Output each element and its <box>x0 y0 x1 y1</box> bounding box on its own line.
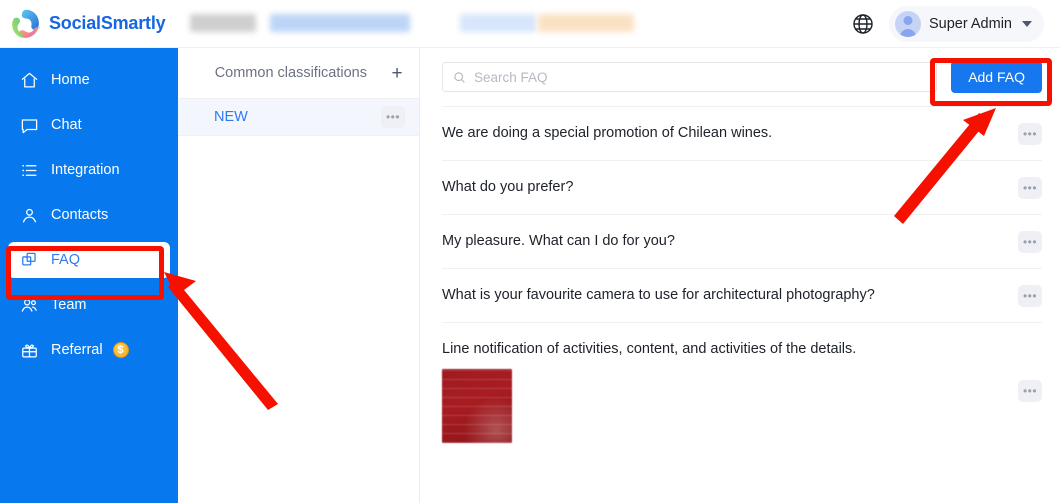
sidebar-item-label: Contacts <box>51 207 109 223</box>
team-icon <box>20 296 39 315</box>
faq-question: Line notification of activities, content… <box>442 341 857 357</box>
faq-list: We are doing a special promotion of Chil… <box>420 106 1060 458</box>
search-icon <box>454 71 465 83</box>
plus-icon[interactable]: + <box>389 64 405 83</box>
chevron-down-icon <box>1022 20 1032 27</box>
faq-row-actions: ••• <box>1018 380 1042 402</box>
more-options-icon[interactable]: ••• <box>1018 123 1042 145</box>
user-name: Super Admin <box>928 15 1012 32</box>
home-icon <box>20 71 39 90</box>
more-options-icon[interactable]: ••• <box>381 106 405 128</box>
faq-question: We are doing a special promotion of Chil… <box>442 125 773 141</box>
faq-toolbar: Search FAQ Add FAQ <box>420 48 1060 106</box>
brand[interactable]: SocialSmartly <box>0 7 178 41</box>
more-options-icon[interactable]: ••• <box>1018 177 1042 199</box>
sidebar-item-team[interactable]: Team <box>8 287 170 323</box>
faq-content: What is your favourite camera to use for… <box>442 285 1006 305</box>
faq-row[interactable]: What is your favourite camera to use for… <box>442 268 1042 322</box>
classification-item[interactable]: NEW ••• <box>178 98 419 136</box>
classification-item-label: NEW <box>214 109 248 125</box>
faq-content: My pleasure. What can I do for you? <box>442 231 1006 251</box>
app-root: SocialSmartly Super Admin Home Chat Integr… <box>0 0 1060 503</box>
classification-header: Common classifications + <box>178 48 419 98</box>
sidebar-item-label: Team <box>51 297 87 313</box>
sidebar-item-chat[interactable]: Chat <box>8 107 170 143</box>
chat-icon <box>20 116 39 135</box>
sidebar-item-label: Chat <box>51 117 82 133</box>
coin-badge-icon: $ <box>112 342 129 358</box>
faq-question: What is your favourite camera to use for… <box>442 287 875 303</box>
faq-thumbnail-image <box>442 369 512 443</box>
faq-main-panel: Search FAQ Add FAQ We are doing a specia… <box>420 48 1060 503</box>
redacted-header-tabs <box>178 0 851 48</box>
redacted-tab <box>190 13 256 32</box>
faq-question: My pleasure. What can I do for you? <box>442 233 675 249</box>
sidebar-item-label: Home <box>51 72 90 88</box>
list-icon <box>20 161 39 180</box>
faq-row-actions: ••• <box>1018 231 1042 253</box>
top-header: SocialSmartly Super Admin <box>0 0 1060 48</box>
classification-panel: Common classifications + NEW ••• <box>178 48 420 503</box>
sidebar: Home Chat Integration Contacts FAQ Team Referr… <box>0 48 178 503</box>
faq-row[interactable]: We are doing a special promotion of Chil… <box>442 106 1042 160</box>
redacted-tab <box>270 13 410 32</box>
search-input[interactable]: Search FAQ <box>442 62 938 92</box>
globe-icon[interactable] <box>851 12 875 36</box>
faq-content: We are doing a special promotion of Chil… <box>442 123 1006 143</box>
faq-question: What do you prefer? <box>442 179 574 195</box>
faq-row[interactable]: My pleasure. What can I do for you? ••• <box>442 214 1042 268</box>
faq-content: Line notification of activities, content… <box>442 339 1006 443</box>
faq-content: What do you prefer? <box>442 177 1006 197</box>
swirl-logo <box>9 7 43 41</box>
more-options-icon[interactable]: ••• <box>1018 285 1042 307</box>
classification-title: Common classifications <box>214 65 367 81</box>
sidebar-item-label: Referral <box>51 342 103 358</box>
faq-row-actions: ••• <box>1018 177 1042 199</box>
more-options-icon[interactable]: ••• <box>1018 380 1042 402</box>
sidebar-item-contacts[interactable]: Contacts <box>8 197 170 233</box>
sidebar-item-integration[interactable]: Integration <box>8 152 170 188</box>
redacted-tab <box>538 13 634 32</box>
faq-row-actions: ••• <box>1018 285 1042 307</box>
header-actions: Super Admin <box>851 0 1060 48</box>
sidebar-item-referral[interactable]: Referral $ <box>8 332 170 368</box>
sidebar-item-label: FAQ <box>51 252 81 268</box>
sidebar-item-home[interactable]: Home <box>8 62 170 98</box>
redacted-tab <box>460 13 536 32</box>
sidebar-item-label: Integration <box>51 162 120 178</box>
sidebar-item-faq[interactable]: FAQ <box>8 242 170 278</box>
faq-row[interactable]: Line notification of activities, content… <box>442 322 1042 458</box>
user-menu[interactable]: Super Admin <box>888 5 1044 42</box>
faq-copy-icon <box>20 251 39 270</box>
brand-name: SocialSmartly <box>49 13 166 33</box>
user-avatar-icon <box>894 10 921 37</box>
person-icon <box>20 206 39 225</box>
add-faq-button[interactable]: Add FAQ <box>951 61 1042 93</box>
gift-icon <box>20 341 39 360</box>
more-options-icon[interactable]: ••• <box>1018 231 1042 253</box>
faq-row-actions: ••• <box>1018 123 1042 145</box>
faq-row[interactable]: What do you prefer? ••• <box>442 160 1042 214</box>
search-placeholder: Search FAQ <box>474 69 548 85</box>
